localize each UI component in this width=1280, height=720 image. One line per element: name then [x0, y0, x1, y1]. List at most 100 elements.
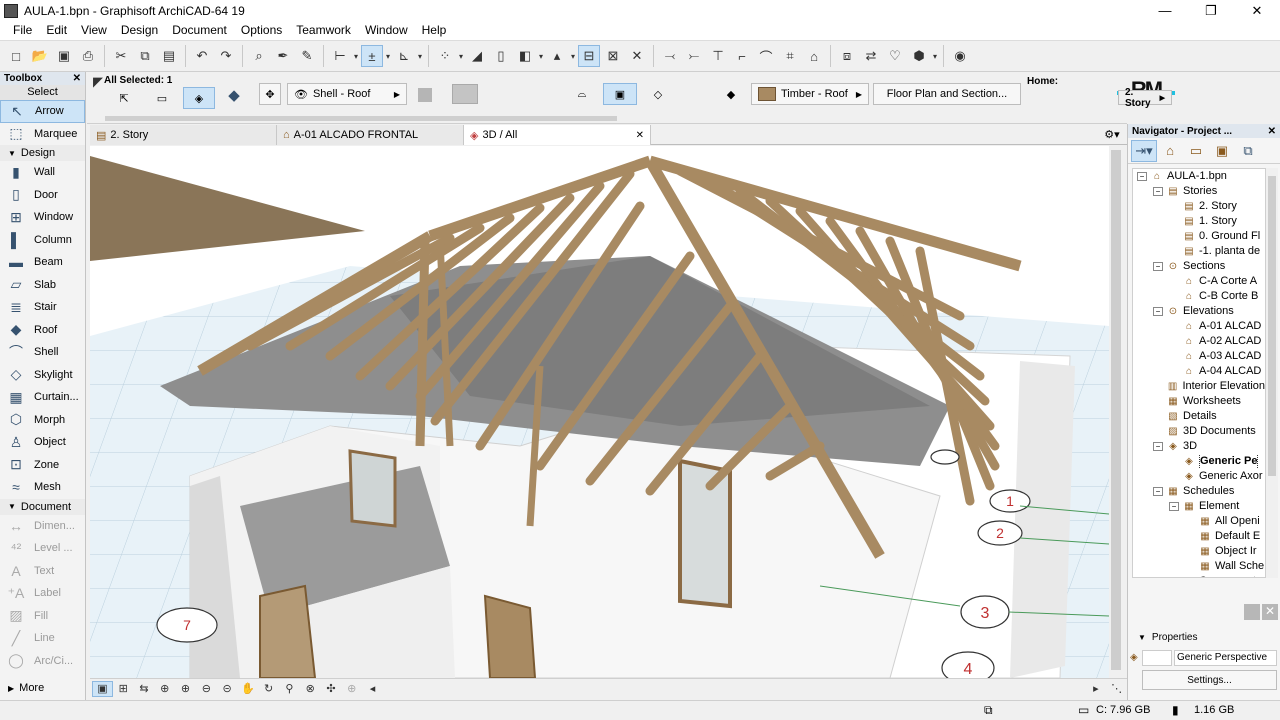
menu-design[interactable]: Design [114, 21, 165, 40]
shell-contour-icon[interactable]: ⌓ [567, 83, 597, 105]
tree-item-1-planta-de[interactable]: ▤ -1. planta de [1133, 244, 1265, 259]
layout-icon[interactable]: ⧈ [836, 45, 858, 67]
publisher-icon[interactable]: ⧉ [1235, 140, 1261, 162]
tree-item-schedules[interactable]: − ▦ Schedules [1133, 484, 1265, 499]
zoom-previous-icon[interactable]: ⊝ [217, 681, 238, 697]
navigator-new-view-icon[interactable] [1244, 604, 1260, 620]
tab-3d-all[interactable]: ◈ 3D / All ✕ [464, 125, 651, 145]
tool-window[interactable]: ⊞ Window [0, 206, 85, 229]
unify-icon[interactable]: ⌂ [803, 45, 825, 67]
explode-icon[interactable]: ⊠ [602, 45, 624, 67]
tab-2-story[interactable]: ▤ 2. Story [90, 125, 277, 145]
teamwork-icon[interactable]: ◉ [949, 45, 971, 67]
more-group-header[interactable]: ▶ More [0, 680, 85, 696]
tab-close-icon[interactable]: ✕ [636, 130, 644, 141]
tree-item-1-story[interactable]: ▤ 1. Story [1133, 214, 1265, 229]
grid-icon[interactable]: ⁘ [434, 45, 456, 67]
tool-marquee[interactable]: ⬚ Marquee [0, 123, 85, 146]
tool-morph[interactable]: ⬡ Morph [0, 409, 85, 432]
redo-icon[interactable]: ↷ [215, 45, 237, 67]
layout-book-icon[interactable]: ▣ [1209, 140, 1235, 162]
tree-item-default-e[interactable]: ▦ Default E [1133, 529, 1265, 544]
design-group-header[interactable]: ▼ Design [0, 145, 85, 161]
zoom-window-icon[interactable]: ⊞ [113, 681, 134, 697]
document-group-header[interactable]: ▼ Document [0, 498, 85, 515]
fillet-icon[interactable]: ⌒ [755, 45, 777, 67]
menu-help[interactable]: Help [415, 21, 454, 40]
scroll-left-icon[interactable]: ◂ [362, 681, 383, 697]
shell-geometry-icon[interactable]: ◈ [183, 87, 215, 109]
3d-viewport[interactable]: 1 2 3 4 7 [90, 146, 1109, 678]
snap-icon[interactable]: ⊾ [393, 45, 415, 67]
tool-shell[interactable]: ⌒ Shell [0, 341, 85, 364]
tree-item-a-03-alcad[interactable]: ⌂ A-03 ALCAD [1133, 349, 1265, 364]
guide-lines-icon[interactable]: ± [361, 45, 383, 67]
shell-face-icon[interactable]: ▣ [603, 83, 637, 105]
properties-name-field[interactable]: Generic Perspective [1174, 650, 1277, 666]
suspend-groups-icon[interactable]: ⊟ [578, 45, 600, 67]
pen-icon[interactable]: ▴ [546, 45, 568, 67]
pick-up-parameters-icon[interactable]: ✒ [272, 45, 294, 67]
zoom-out-icon[interactable]: ⊖ [196, 681, 217, 697]
tool-skylight[interactable]: ◇ Skylight [0, 364, 85, 387]
layers-icon[interactable]: ◧ [514, 45, 536, 67]
tree-item-wall-sche[interactable]: ▦ Wall Sche [1133, 559, 1265, 574]
tree-item-3d[interactable]: − ◈ 3D [1133, 439, 1265, 454]
tree-item-2-story[interactable]: ▤ 2. Story [1133, 199, 1265, 214]
menu-document[interactable]: Document [165, 21, 234, 40]
tree-collapse-icon[interactable]: − [1153, 187, 1163, 196]
element-icon[interactable]: ◢ [466, 45, 488, 67]
menu-view[interactable]: View [74, 21, 114, 40]
tree-collapse-icon[interactable]: − [1169, 502, 1179, 511]
tree-collapse-icon[interactable]: − [1137, 172, 1147, 181]
tool-arrow[interactable]: ↖ Arrow [0, 100, 85, 123]
intersect-icon[interactable]: ⌐ [731, 45, 753, 67]
tree-item-a-04-alcad[interactable]: ⌂ A-04 ALCAD [1133, 364, 1265, 379]
infobox-scrollbar[interactable] [105, 116, 617, 121]
tree-item-sections[interactable]: − ⊙ Sections [1133, 259, 1265, 274]
navigator-close-icon[interactable]: ✕ [1268, 126, 1276, 137]
tree-item-interior-elevation[interactable]: ▥ Interior Elevation [1133, 379, 1265, 394]
renovation-icon[interactable]: ⬢ [908, 45, 930, 67]
new-file-icon[interactable]: □ [5, 45, 27, 67]
settings-button[interactable]: Settings... [1142, 670, 1277, 690]
select-rect-icon[interactable]: ▭ [147, 87, 177, 109]
tree-item-stories[interactable]: − ▤ Stories [1133, 184, 1265, 199]
explore-icon[interactable]: ⊗ [300, 681, 321, 697]
home-story-selector[interactable]: 2. Story ▶ [1118, 87, 1172, 109]
close-button[interactable]: ✕ [1234, 0, 1280, 21]
tree-item-generic-axor[interactable]: ◈ Generic Axor [1133, 469, 1265, 484]
tab-a01-alcado-frontal[interactable]: ⌂ A-01 ALCADO FRONTAL [277, 125, 464, 145]
zoom-in-icon[interactable]: ⊕ [154, 681, 175, 697]
hotspot-icon[interactable]: ✥ [259, 83, 281, 105]
shell-3d-icon[interactable]: ◆ [220, 84, 248, 106]
viewport-vertical-scrollbar[interactable] [1109, 146, 1123, 678]
tool-roof[interactable]: ◆ Roof [0, 319, 85, 342]
tree-item-element[interactable]: − ▦ Element [1133, 499, 1265, 514]
navigator-scrollbar[interactable] [1266, 168, 1278, 578]
floor-plan-section-button[interactable]: Floor Plan and Section... [873, 83, 1021, 105]
menu-teamwork[interactable]: Teamwork [289, 21, 358, 40]
pan-view-icon[interactable]: ⇆ [134, 681, 155, 697]
tool-beam[interactable]: ▬ Beam [0, 251, 85, 274]
viewport-horizontal-scrollbar[interactable] [392, 682, 1086, 695]
tree-item-object-ir[interactable]: ▦ Object Ir [1133, 544, 1265, 559]
project-map-icon[interactable]: ⌂ [1157, 140, 1183, 162]
tool-zone[interactable]: ⊡ Zone [0, 454, 85, 477]
menu-window[interactable]: Window [358, 21, 415, 40]
offset-icon[interactable]: ⌗ [779, 45, 801, 67]
pen-icon[interactable]: ◆ [719, 83, 743, 105]
split-icon[interactable]: ⤚ [683, 45, 705, 67]
tree-collapse-icon[interactable]: − [1153, 262, 1163, 271]
move-icon[interactable]: ✣ [321, 681, 342, 697]
navigator-delete-icon[interactable]: ✕ [1262, 604, 1278, 620]
walk-icon[interactable]: ⚲ [279, 681, 300, 697]
hand-icon[interactable]: ✋ [237, 681, 258, 697]
find-select-icon[interactable]: ⌕ [248, 45, 270, 67]
tree-item-c-b-corte-b[interactable]: ⌂ C-B Corte B [1133, 289, 1265, 304]
zoom-magnify-icon[interactable]: ⊕ [175, 681, 196, 697]
tree-item-all-openi[interactable]: ▦ All Openi [1133, 514, 1265, 529]
cut-icon[interactable]: ✂ [110, 45, 132, 67]
tree-item-elevations[interactable]: − ⊙ Elevations [1133, 304, 1265, 319]
tool-slab[interactable]: ▱ Slab [0, 274, 85, 297]
